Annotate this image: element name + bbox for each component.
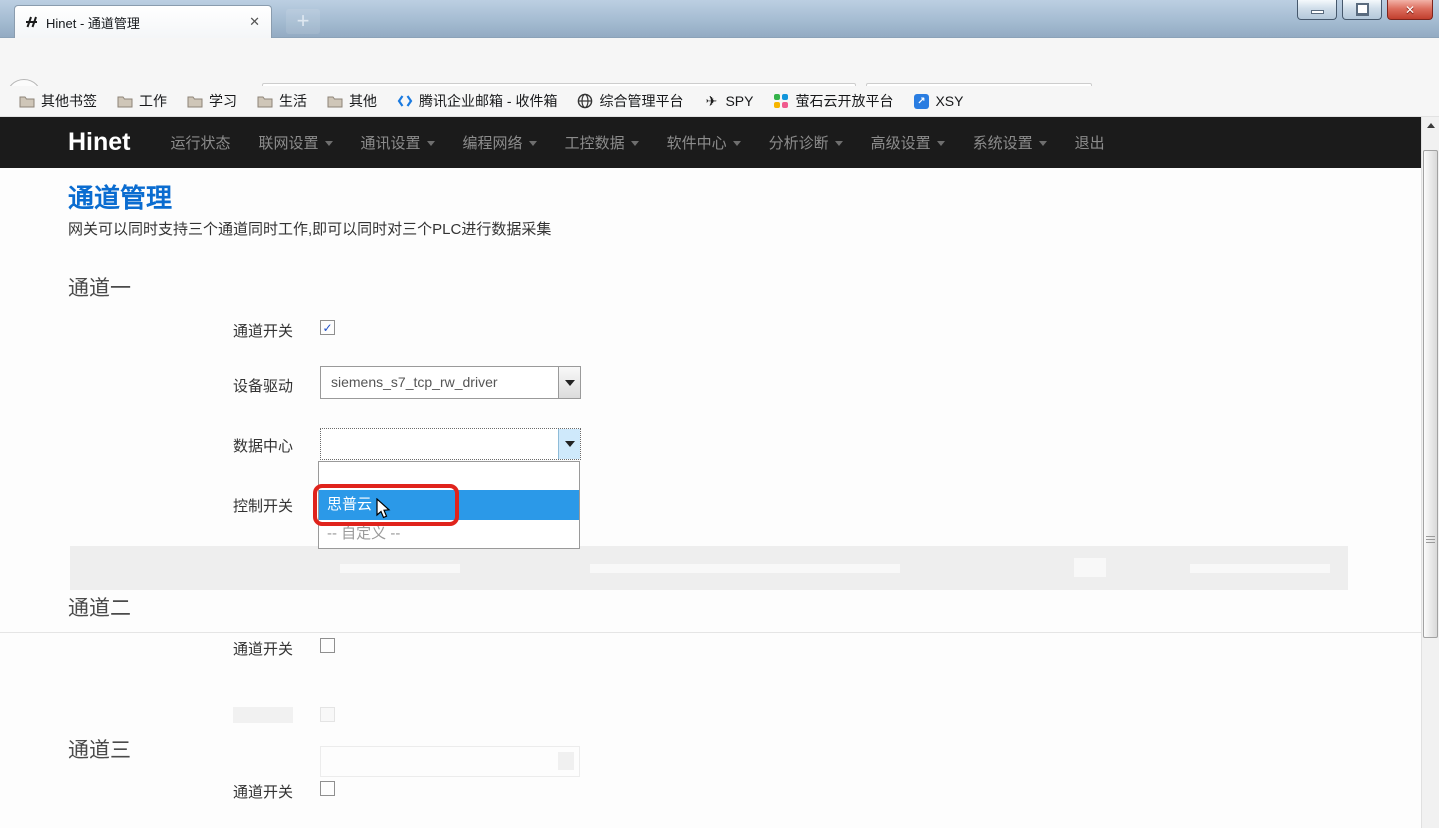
- bookmark-label: 其他: [349, 91, 377, 111]
- ghost-checkbox-artifact: [320, 707, 335, 722]
- ghost-input-artifact: [320, 746, 580, 777]
- bookmark-label: 腾讯企业邮箱 - 收件箱: [419, 91, 557, 111]
- tab-close-icon[interactable]: ✕: [246, 14, 263, 30]
- bookmark-label: SPY: [725, 93, 753, 109]
- bookmark-label: 生活: [279, 91, 307, 111]
- scrollbar-grip: [1426, 536, 1435, 545]
- page-subtitle: 网关可以同时支持三个通道同时工作,即可以同时对三个PLC进行数据采集: [68, 218, 551, 239]
- folder-icon: [257, 93, 273, 109]
- driver-select-value: siemens_s7_tcp_rw_driver: [331, 367, 498, 398]
- restore-icon: [1356, 4, 1369, 15]
- blue-arrow-icon: ↗: [913, 93, 929, 109]
- window-controls: ✕: [1297, 0, 1433, 20]
- channel2-heading: 通道二: [68, 592, 131, 622]
- channel1-datacenter-select[interactable]: [320, 428, 581, 460]
- check-icon: ✓: [322, 322, 332, 334]
- channel2-switch-checkbox[interactable]: [320, 638, 335, 653]
- chevron-down-icon: [1039, 141, 1047, 146]
- bookmarks-bar: 其他书签 工作 学习 生活 其他 腾讯企业邮箱 - 收件箱 综合管理平台 ✈ S: [0, 86, 1439, 117]
- channel1-driver-label: 设备驱动: [233, 375, 293, 396]
- color-grid-icon: [773, 93, 789, 109]
- caret-down-icon: [565, 380, 575, 386]
- bookmark-label: 萤石云开放平台: [795, 91, 893, 111]
- folder-icon: [327, 93, 343, 109]
- bookmark-spy[interactable]: ✈ SPY: [696, 91, 760, 111]
- folder-icon: [117, 93, 133, 109]
- folder-icon: [187, 93, 203, 109]
- tab-title: Hinet - 通道管理: [46, 13, 246, 32]
- chevron-down-icon: [733, 141, 741, 146]
- section-divider: [0, 632, 1421, 633]
- ghost-row-artifact: [70, 546, 1348, 590]
- browser-window: Hinet - 通道管理 ✕ + ✕: [0, 0, 1439, 828]
- bookmark-folder-other-bookmarks[interactable]: 其他书签: [12, 89, 104, 113]
- bookmark-folder-work[interactable]: 工作: [110, 89, 174, 113]
- folder-icon: [19, 93, 35, 109]
- hinet-favicon-icon: [23, 14, 39, 30]
- minimize-button[interactable]: [1297, 0, 1337, 20]
- browser-toolbar: 192.168.9.99/cgi-bin/luci/;stok=489fe39e…: [0, 38, 1439, 86]
- mouse-cursor: [376, 498, 392, 520]
- bookmark-folder-study[interactable]: 学习: [180, 89, 244, 113]
- channel1-switch-label: 通道开关: [233, 320, 293, 341]
- bookmark-label: 学习: [209, 91, 237, 111]
- nav-item-analysis-diagnosis[interactable]: 分析诊断: [769, 132, 843, 153]
- chevron-down-icon: [427, 141, 435, 146]
- minimize-icon: [1311, 10, 1324, 14]
- channel1-datacenter-label: 数据中心: [233, 435, 293, 456]
- channel1-switch-checkbox[interactable]: ✓: [320, 320, 335, 335]
- nav-item-software-center[interactable]: 软件中心: [667, 132, 741, 153]
- nav-item-run-status[interactable]: 运行状态: [171, 132, 231, 153]
- ghost-label-artifact: [233, 707, 293, 723]
- nav-item-comm-settings[interactable]: 通讯设置: [361, 132, 435, 153]
- titlebar: Hinet - 通道管理 ✕ + ✕: [0, 0, 1439, 38]
- globe-icon: [577, 93, 593, 109]
- nav-item-industrial-data[interactable]: 工控数据: [565, 132, 639, 153]
- select-dropdown-button[interactable]: [558, 429, 580, 459]
- tencent-mail-icon: [397, 93, 413, 109]
- bookmark-ys7-platform[interactable]: 萤石云开放平台: [766, 89, 900, 113]
- chevron-down-icon: [937, 141, 945, 146]
- bookmark-label: 工作: [139, 91, 167, 111]
- bookmark-label: 其他书签: [41, 91, 97, 111]
- bookmark-label: 综合管理平台: [599, 91, 683, 111]
- channel1-control-label: 控制开关: [233, 495, 293, 516]
- caret-down-icon: [565, 441, 575, 447]
- channel1-driver-select[interactable]: siemens_s7_tcp_rw_driver: [320, 366, 581, 399]
- channel3-switch-label: 通道开关: [233, 781, 293, 802]
- scrollbar-up-arrow[interactable]: [1422, 117, 1439, 134]
- channel3-heading: 通道三: [68, 734, 131, 764]
- restore-button[interactable]: [1342, 0, 1382, 20]
- nav-item-system-settings[interactable]: 系统设置: [973, 132, 1047, 153]
- chevron-down-icon: [835, 141, 843, 146]
- plane-icon: ✈: [703, 93, 719, 109]
- chevron-down-icon: [325, 141, 333, 146]
- close-window-button[interactable]: ✕: [1387, 0, 1433, 20]
- channel2-switch-label: 通道开关: [233, 638, 293, 659]
- channel3-switch-checkbox[interactable]: [320, 781, 335, 796]
- nav-item-programming-network[interactable]: 编程网络: [463, 132, 537, 153]
- nav-item-network-settings[interactable]: 联网设置: [259, 132, 333, 153]
- browser-tab[interactable]: Hinet - 通道管理 ✕: [14, 5, 272, 38]
- nav-item-advanced-settings[interactable]: 高级设置: [871, 132, 945, 153]
- page-content: 通道管理 网关可以同时支持三个通道同时工作,即可以同时对三个PLC进行数据采集 …: [0, 168, 1421, 828]
- chevron-down-icon: [631, 141, 639, 146]
- new-tab-button[interactable]: +: [286, 9, 320, 34]
- bookmark-label: XSY: [935, 93, 963, 109]
- page-scrollbar[interactable]: [1421, 117, 1439, 828]
- bookmark-xsy[interactable]: ↗ XSY: [906, 91, 970, 111]
- bookmark-tencent-mail[interactable]: 腾讯企业邮箱 - 收件箱: [390, 89, 564, 113]
- chevron-down-icon: [529, 141, 537, 146]
- bookmark-mgmt-platform[interactable]: 综合管理平台: [570, 89, 690, 113]
- hinet-logo[interactable]: Hinet: [68, 128, 131, 157]
- scrollbar-thumb[interactable]: [1423, 150, 1438, 638]
- page-title: 通道管理: [68, 178, 172, 215]
- site-nav-bar: Hinet 运行状态 联网设置 通讯设置 编程网络 工控数据 软件中心 分析诊断…: [0, 117, 1421, 168]
- bookmark-folder-misc[interactable]: 其他: [320, 89, 384, 113]
- close-icon: ✕: [1405, 3, 1415, 17]
- bookmark-folder-life[interactable]: 生活: [250, 89, 314, 113]
- nav-item-logout[interactable]: 退出: [1075, 132, 1105, 153]
- select-dropdown-button[interactable]: [558, 367, 580, 398]
- channel1-heading: 通道一: [68, 272, 131, 302]
